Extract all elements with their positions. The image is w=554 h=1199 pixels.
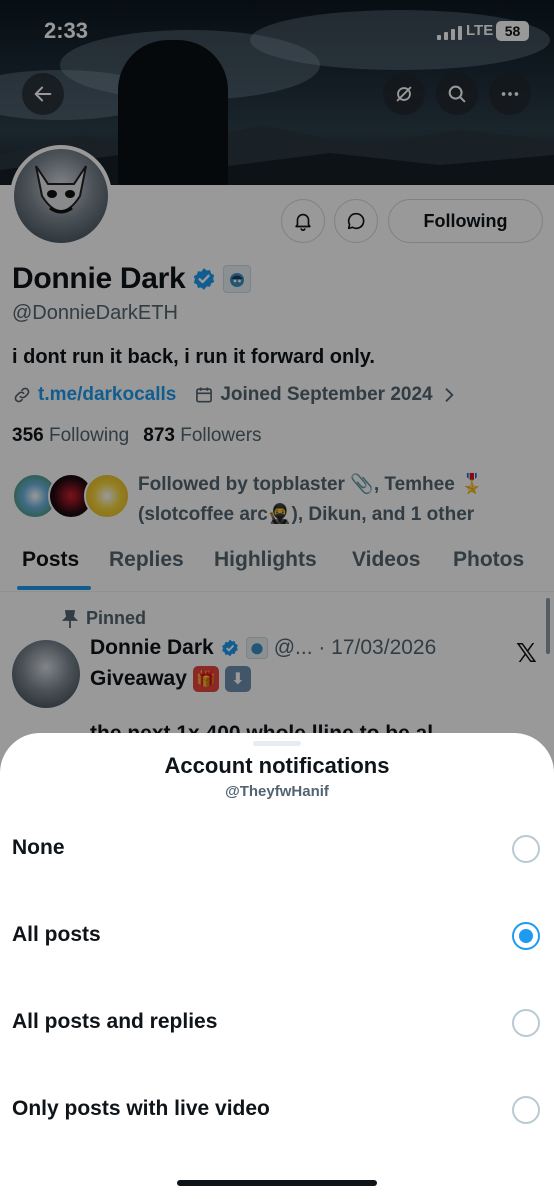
option-none[interactable]: None xyxy=(0,820,554,880)
option-label: All posts xyxy=(12,923,101,946)
option-all-posts-and-replies[interactable]: All posts and replies xyxy=(0,994,554,1054)
radio-all-posts-and-replies[interactable] xyxy=(512,1009,540,1037)
option-label: All posts and replies xyxy=(12,1010,218,1033)
account-notifications-sheet: Account notifications @TheyfwHanif None … xyxy=(0,733,554,1199)
option-label: Only posts with live video xyxy=(12,1097,270,1120)
option-label: None xyxy=(12,836,65,859)
option-all-posts[interactable]: All posts xyxy=(0,907,554,967)
sheet-title: Account notifications xyxy=(164,753,390,778)
radio-all-posts[interactable] xyxy=(512,922,540,950)
radio-live-video[interactable] xyxy=(512,1096,540,1124)
sheet-subtitle: @TheyfwHanif xyxy=(225,783,329,800)
option-live-video[interactable]: Only posts with live video xyxy=(0,1081,554,1141)
sheet-grabber[interactable] xyxy=(253,741,301,746)
home-indicator[interactable] xyxy=(177,1180,377,1186)
radio-none[interactable] xyxy=(512,835,540,863)
